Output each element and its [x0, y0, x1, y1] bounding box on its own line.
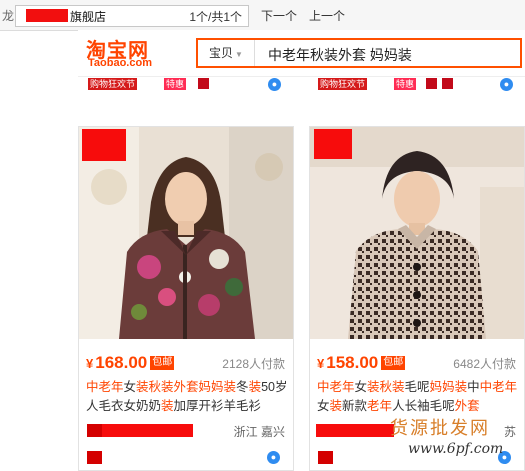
tmall-icon[interactable] — [318, 451, 333, 464]
title-segment: 中老年 — [317, 380, 355, 394]
find-match-count: 1个/共1个 — [189, 10, 242, 24]
wangwang-chat-icon[interactable]: ● — [500, 78, 513, 91]
promo-badge: 特惠 — [164, 78, 187, 90]
price-value: 168.00 — [95, 353, 148, 372]
shop-icon — [198, 78, 209, 89]
site-header: 淘宝网 Taobao.com 宝贝 ▼ 中老年秋装外套 妈妈装 — [78, 30, 525, 77]
title-segment: 装 — [329, 399, 343, 413]
wangwang-chat-icon[interactable]: ● — [268, 78, 281, 91]
title-segment: 中 — [467, 380, 480, 394]
find-bar-left-glyph: 龙 — [2, 9, 15, 23]
search-category-label: 宝贝 — [209, 46, 234, 60]
title-segment: 装 — [248, 380, 262, 394]
find-query-text: 旗舰店 — [70, 10, 107, 24]
title-segment: 装秋装外套妈妈装 — [136, 380, 237, 394]
product-card[interactable]: ¥168.00 包邮 2128人付款 中老年女装秋装外套妈妈装冬装50岁人毛衣女奶… — [78, 126, 294, 471]
tmall-icon[interactable] — [87, 451, 102, 464]
title-segment: 中老年 — [86, 380, 124, 394]
product-image[interactable] — [310, 127, 524, 339]
watermark-url: www.6pf.com — [408, 441, 504, 457]
title-segment: 新款 — [342, 399, 368, 413]
redaction-block — [314, 129, 352, 159]
price: ¥158.00 包邮 — [317, 353, 406, 373]
chevron-down-icon: ▼ — [235, 50, 243, 59]
redacted-shop-name — [93, 424, 193, 437]
sold-count: 2128人付款 — [222, 357, 285, 371]
title-segment: 加厚开衫羊毛衫 — [173, 399, 262, 413]
title-segment: 外套 — [454, 399, 480, 413]
currency-symbol: ¥ — [86, 356, 94, 371]
product-photo-woman-floral-cardigan — [79, 127, 293, 339]
title-segment: 装 — [161, 399, 174, 413]
find-bar: 龙 旗舰店 1个/共1个 下一个 上一个 — [0, 0, 525, 31]
location: 苏 — [503, 425, 516, 439]
title-segment: 毛呢 — [404, 380, 430, 394]
free-shipping-badge: 包邮 — [381, 356, 406, 370]
promo-badge: 购物狂欢节 — [88, 78, 138, 90]
title-segment: 装秋装 — [367, 380, 405, 394]
title-segment: 人长袖毛呢 — [392, 399, 455, 413]
sold-count: 6482人付款 — [453, 357, 516, 371]
currency-symbol: ¥ — [317, 356, 325, 371]
price: ¥168.00 包邮 — [86, 353, 175, 373]
search-input[interactable]: 中老年秋装外套 妈妈装 — [268, 45, 412, 65]
redacted-text — [26, 9, 68, 22]
watermark-cn: 货源批发网 — [390, 418, 490, 438]
title-segment: 冬 — [236, 380, 249, 394]
prev-row-badges-left: 购物狂欢节 特惠 — [88, 76, 288, 94]
product-title-link[interactable]: 中老年女装秋装毛呢妈妈装中中老年女装新款老年人长袖毛呢外套 — [317, 378, 519, 416]
redaction-block — [82, 129, 126, 161]
find-prev-button[interactable]: 上一个 — [309, 7, 345, 24]
redacted-shop-name — [316, 424, 394, 437]
shop-icon — [442, 78, 453, 89]
product-photo-woman-houndstooth-coat — [310, 127, 524, 339]
search-category-dropdown[interactable]: 宝贝 ▼ — [198, 40, 255, 66]
title-segment: 女 — [123, 380, 137, 394]
title-segment: 女 — [354, 380, 368, 394]
product-image[interactable] — [79, 127, 293, 339]
price-value: 158.00 — [326, 353, 379, 372]
title-segment: 老年 — [367, 399, 393, 413]
search-bar[interactable]: 宝贝 ▼ 中老年秋装外套 妈妈装 — [196, 38, 522, 68]
title-segment: 中老年 — [479, 380, 518, 394]
find-next-button[interactable]: 下一个 — [261, 7, 297, 24]
product-title-link[interactable]: 中老年女装秋装外套妈妈装冬装50岁人毛衣女奶奶装加厚开衫羊毛衫 — [86, 378, 288, 416]
free-shipping-badge: 包邮 — [150, 356, 175, 370]
title-segment: 妈妈装 — [429, 380, 468, 394]
title-segment: 女 — [317, 399, 330, 413]
location: 浙江 嘉兴 — [233, 425, 285, 439]
find-input[interactable]: 旗舰店 1个/共1个 — [15, 5, 249, 27]
shop-icon — [426, 78, 437, 89]
shop-icon — [87, 424, 102, 437]
taobao-logo-en[interactable]: Taobao.com — [88, 57, 152, 69]
promo-badge: 购物狂欢节 — [318, 78, 368, 90]
wangwang-chat-icon[interactable]: ● — [267, 451, 280, 464]
prev-row-badges-right: 购物狂欢节 特惠 — [318, 76, 518, 94]
promo-badge: 特惠 — [394, 78, 417, 90]
